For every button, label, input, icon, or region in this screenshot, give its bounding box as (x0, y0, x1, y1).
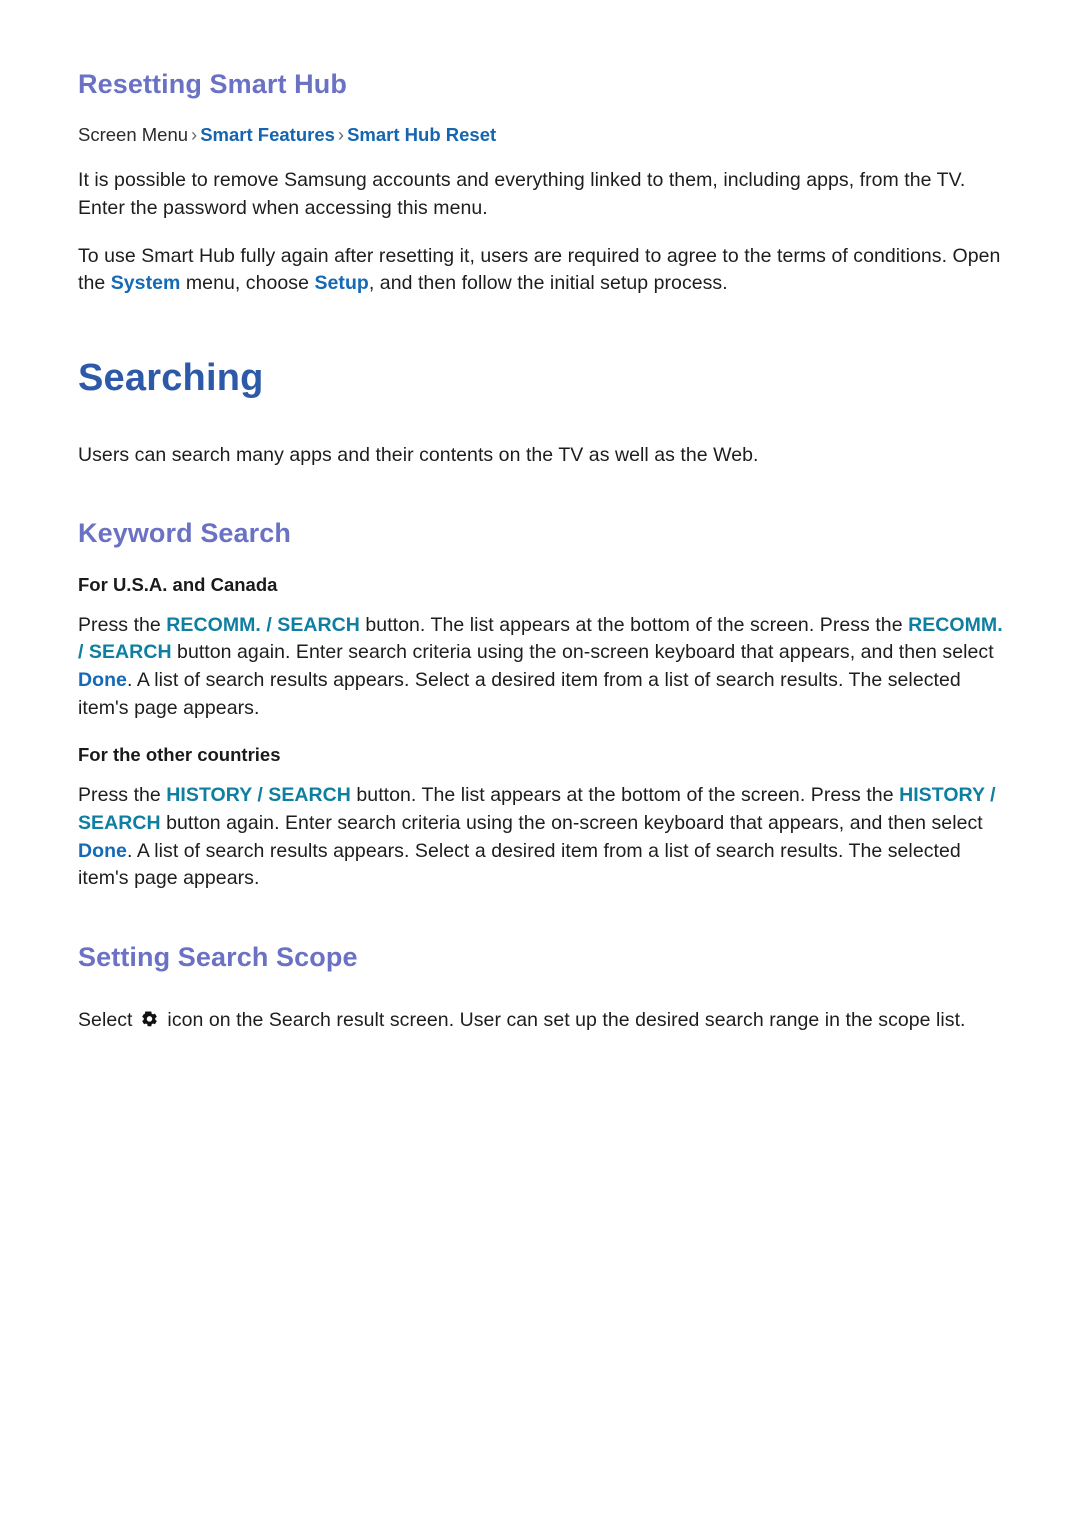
breadcrumb: Screen Menu › Smart Features › Smart Hub Res… (78, 122, 1005, 149)
paragraph-remove-accounts: It is possible to remove Samsung account… (78, 169, 966, 219)
paragraph-other-countries-search-steps: Press the HISTORY / SEARCH button. The l… (78, 782, 1005, 893)
paragraph-text-part: menu, choose (180, 272, 315, 295)
paragraph-text-part: button. The list appears at the bottom o… (350, 784, 900, 807)
paragraph-text-part: button again. Enter search criteria usin… (160, 811, 983, 834)
paragraph-text-part: . A list of search results appears. Sele… (78, 668, 961, 719)
paragraph-search-scope: Select icon on the Search result screen.… (78, 1007, 1005, 1035)
keyword-recomm-search-1: RECOMM. / SEARCH (166, 613, 360, 636)
keyword-history-search-1: HISTORY / SEARCH (166, 784, 351, 807)
breadcrumb-root: Screen Menu (78, 124, 189, 146)
paragraph-text-part: icon on the Search result screen. User c… (161, 1009, 966, 1032)
paragraph-text-part: button again. Enter search criteria usin… (171, 641, 994, 664)
chapter-heading-searching: Searching (78, 356, 264, 399)
paragraph-text-part: Select (78, 1009, 138, 1032)
paragraph-text-part: . A list of search results appears. Sele… (78, 839, 961, 890)
paragraph-text-part: button. The list appears at the bottom o… (359, 613, 909, 636)
subheading-for-other-countries: For the other countries (78, 744, 281, 766)
document-page: Resetting Smart Hub Screen Menu › Smart Fe… (0, 0, 1080, 1527)
paragraph-text-part: , and then follow the initial setup proc… (368, 272, 728, 295)
keyword-setup: Setup (314, 272, 369, 295)
breadcrumb-item-smart-features[interactable]: Smart Features (200, 124, 335, 145)
breadcrumb-separator-1: › (191, 124, 198, 146)
section-heading-keyword-search: Keyword Search (78, 518, 291, 549)
section-heading-setting-search-scope: Setting Search Scope (78, 941, 358, 972)
paragraph-text-part: Press the (78, 784, 167, 807)
paragraph-usa-search-steps: Press the RECOMM. / SEARCH button. The l… (78, 612, 1005, 723)
subheading-for-usa-and-canada: For U.S.A. and Canada (78, 573, 278, 595)
paragraph-searching-intro: Users can search many apps and their con… (78, 443, 759, 466)
keyword-done-2: Done (78, 839, 127, 862)
section-heading-resetting-smart-hub: Resetting Smart Hub (78, 69, 347, 99)
gear-icon (140, 1010, 159, 1029)
keyword-done-1: Done (78, 668, 127, 691)
paragraph-text-part: Press the (78, 613, 167, 636)
paragraph-reagree-terms: To use Smart Hub fully again after reset… (78, 243, 1005, 298)
keyword-system: System (110, 272, 181, 295)
breadcrumb-separator-2: › (337, 124, 345, 146)
breadcrumb-item-smart-hub-reset[interactable]: Smart Hub Reset (347, 124, 496, 145)
